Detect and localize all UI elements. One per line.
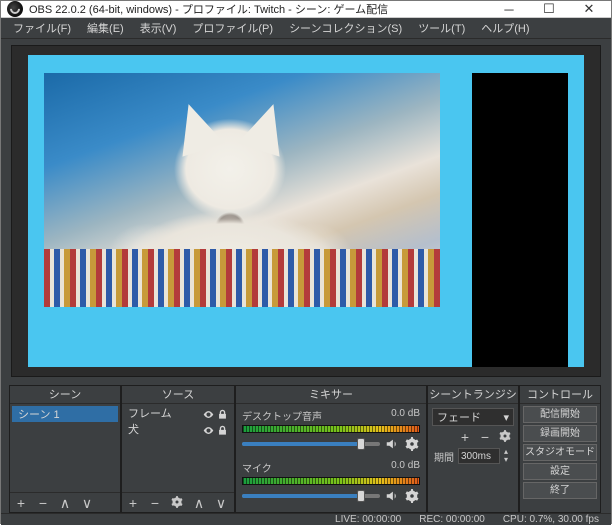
start-record-button[interactable]: 録画開始 [523, 425, 597, 442]
transition-selected-label: フェード [437, 409, 481, 425]
settings-button[interactable]: 設定 [523, 463, 597, 480]
scene-down-button[interactable]: ∨ [80, 496, 94, 510]
panel-sources-title: ソース [122, 386, 234, 404]
mixer-channel-db: 0.0 dB [391, 408, 420, 423]
scene-item[interactable]: シーン 1 [12, 406, 118, 422]
menu-help[interactable]: ヘルプ(H) [473, 18, 537, 38]
menu-view[interactable]: 表示(V) [132, 18, 185, 38]
maximize-button[interactable]: ☐ [529, 1, 569, 17]
transition-properties-button[interactable] [498, 430, 512, 444]
mixer-channel-name: マイク [242, 460, 272, 475]
exit-button[interactable]: 終了 [523, 482, 597, 499]
chevron-down-icon: ▾ [503, 411, 509, 424]
menubar: ファイル(F) 編集(E) 表示(V) プロファイル(P) シーンコレクション(… [1, 18, 611, 39]
gear-icon[interactable] [404, 436, 420, 452]
panel-sources: ソース フレーム 犬 + − ∧ ∨ [121, 385, 235, 513]
panel-scenes: シーン シーン 1 + − ∧ ∨ [9, 385, 121, 513]
source-item-label: 犬 [128, 423, 200, 437]
speaker-icon[interactable] [384, 488, 400, 504]
source-item-label: フレーム [128, 407, 200, 421]
visibility-icon[interactable] [202, 408, 214, 420]
duration-input[interactable] [458, 448, 500, 464]
lock-icon[interactable] [216, 424, 228, 436]
volume-slider[interactable] [242, 494, 380, 498]
app-logo-icon [7, 1, 23, 17]
status-cpu: CPU: 0.7%, 30.00 fps [503, 514, 599, 525]
stepper-icon[interactable]: ▴▾ [504, 448, 508, 464]
studio-mode-button[interactable]: スタジオモード [523, 444, 597, 461]
source-up-button[interactable]: ∧ [192, 496, 206, 510]
transition-select[interactable]: フェード ▾ [432, 408, 514, 426]
duration-label: 期間 [434, 449, 454, 464]
add-scene-button[interactable]: + [14, 496, 28, 510]
mixer-channel-db: 0.0 dB [391, 460, 420, 475]
source-dog-video[interactable] [44, 73, 440, 307]
titlebar: OBS 22.0.2 (64-bit, windows) - プロファイル: T… [1, 1, 611, 18]
source-properties-button[interactable] [170, 496, 184, 510]
minimize-button[interactable]: ─ [489, 1, 529, 17]
window-title: OBS 22.0.2 (64-bit, windows) - プロファイル: T… [29, 1, 489, 17]
source-item[interactable]: フレーム [124, 406, 232, 422]
status-live: LIVE: 00:00:00 [335, 514, 401, 525]
remove-scene-button[interactable]: − [36, 496, 50, 510]
preview-canvas[interactable] [28, 55, 584, 367]
mixer-meter [242, 425, 420, 433]
panel-controls-title: コントロール [520, 386, 600, 404]
close-button[interactable]: ✕ [569, 1, 609, 17]
volume-slider[interactable] [242, 442, 380, 446]
menu-tools[interactable]: ツール(T) [410, 18, 473, 38]
panel-transitions: シーントランジション フェード ▾ + − 期間 ▴▾ [427, 385, 519, 513]
mixer-channel: マイク 0.0 dB [242, 460, 420, 504]
add-transition-button[interactable]: + [458, 430, 472, 444]
add-source-button[interactable]: + [126, 496, 140, 510]
visibility-icon[interactable] [202, 424, 214, 436]
remove-source-button[interactable]: − [148, 496, 162, 510]
panel-mixer: ミキサー デスクトップ音声 0.0 dB マイク [235, 385, 427, 513]
gear-icon[interactable] [404, 488, 420, 504]
panel-transitions-title: シーントランジション [428, 386, 518, 404]
source-down-button[interactable]: ∨ [214, 496, 228, 510]
panel-mixer-title: ミキサー [236, 386, 426, 404]
mixer-channel: デスクトップ音声 0.0 dB [242, 408, 420, 452]
mixer-channel-name: デスクトップ音声 [242, 408, 322, 423]
source-item[interactable]: 犬 [124, 422, 232, 438]
menu-profile[interactable]: プロファイル(P) [184, 18, 281, 38]
speaker-icon[interactable] [384, 436, 400, 452]
panel-scenes-title: シーン [10, 386, 120, 404]
start-stream-button[interactable]: 配信開始 [523, 406, 597, 423]
statusbar: LIVE: 00:00:00 REC: 00:00:00 CPU: 0.7%, … [1, 513, 611, 525]
menu-edit[interactable]: 編集(E) [79, 18, 132, 38]
lock-icon[interactable] [216, 408, 228, 420]
status-rec: REC: 00:00:00 [419, 514, 485, 525]
source-black-box[interactable] [472, 73, 568, 367]
menu-file[interactable]: ファイル(F) [5, 18, 79, 38]
menu-scene-collection[interactable]: シーンコレクション(S) [281, 18, 410, 38]
panel-controls: コントロール 配信開始 録画開始 スタジオモード 設定 終了 [519, 385, 601, 513]
remove-transition-button[interactable]: − [478, 430, 492, 444]
scene-up-button[interactable]: ∧ [58, 496, 72, 510]
mixer-meter [242, 477, 420, 485]
preview-area[interactable] [11, 45, 601, 377]
